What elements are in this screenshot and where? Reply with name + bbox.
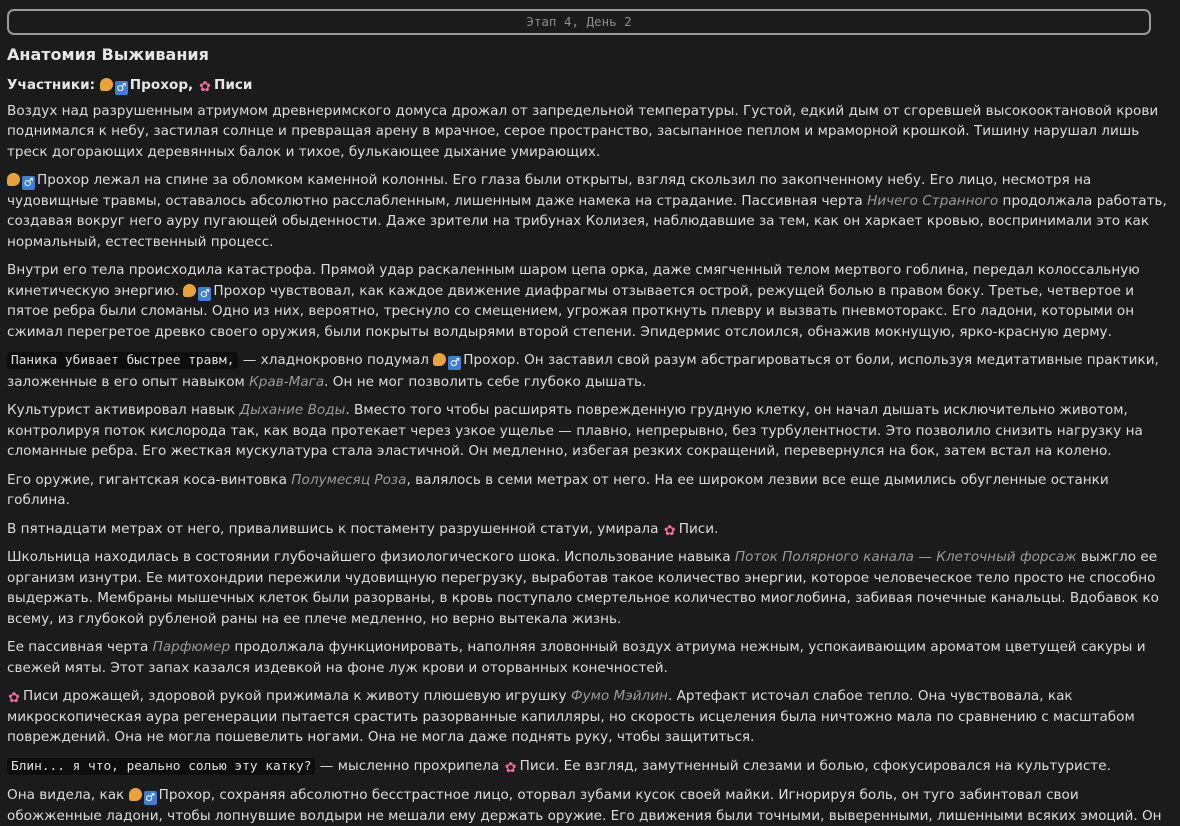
cherry-blossom-icon: ✿	[199, 79, 211, 95]
paragraph-text: Писи. Ее взгляд, замутненный слезами и б…	[519, 757, 1111, 774]
participant-prokhor: Прохор,	[129, 77, 194, 93]
paragraph: ✿ Писи дрожащей, здоровой рукой прижимала…	[7, 686, 1167, 748]
paragraph: В пятнадцати метрах от него, привалившис…	[7, 519, 1167, 540]
man-symbol-icon: ♂	[198, 286, 212, 301]
paragraph: Ее пассивная черта Парфюмер продолжала ф…	[7, 637, 1167, 678]
man-symbol-icon: ♂	[143, 791, 157, 805]
cherry-blossom-icon: ✿	[504, 759, 517, 776]
paragraph-text: Писи.	[678, 520, 719, 537]
paragraph-text: Школьница находилась в состоянии глубоча…	[7, 549, 735, 565]
flexed-biceps-icon	[183, 283, 197, 297]
inner-thought-code: Паника убивает быстрее травм,	[7, 352, 239, 369]
paragraph: ♂ Прохор лежал на спине за обломком камен…	[7, 170, 1167, 252]
paragraph-text: Ее пассивная черта	[7, 639, 153, 655]
paragraph-text: В пятнадцати метрах от него, привалившис…	[7, 520, 663, 537]
man-symbol-icon: ♂	[22, 176, 35, 190]
paragraph-text: Культурист активировал навык	[7, 402, 240, 418]
paragraph: Культурист активировал навык Дыхание Вод…	[7, 400, 1167, 462]
participants-label: Участники:	[7, 77, 96, 93]
weapon-name: Полумесяц Роза	[291, 471, 407, 488]
participants-line: Участники: ♂ Прохор, ✿ Писи	[7, 75, 1167, 96]
trait-name: Ничего Странного	[867, 192, 999, 209]
paragraph-text: Писи дрожащей, здоровой рукой прижимала …	[23, 688, 571, 704]
paragraph: Она видела, как ♂ Прохор, сохраняя абсолю…	[7, 785, 1167, 826]
paragraph-text: — хладнокровно подумал	[238, 352, 434, 368]
stage-day-label: Этап 4, День 2	[526, 14, 632, 29]
paragraph-text: Прохор, сохраняя абсолютно бесстрастное …	[7, 787, 1162, 824]
flexed-biceps-icon	[7, 173, 20, 186]
paragraph: Внутри его тела происходила катастрофа. …	[7, 260, 1167, 342]
man-symbol-icon: ♂	[448, 356, 462, 370]
artifact-name: Фумо Мэйлин	[570, 688, 668, 704]
cherry-blossom-icon: ✿	[663, 522, 676, 539]
flexed-biceps-icon	[128, 788, 142, 801]
flexed-biceps-icon	[99, 78, 113, 91]
paragraph: Блин... я что, реально солью эту катку? …	[7, 756, 1167, 778]
chapter-title: Анатомия Выживания	[7, 45, 209, 64]
inner-thought-code: Блин... я что, реально солью эту катку?	[7, 757, 316, 775]
participant-pisi: Писи	[213, 77, 253, 93]
paragraph-text: . Он не мог позволить себе глубоко дышат…	[324, 373, 647, 390]
flexed-biceps-icon	[433, 353, 447, 366]
man-symbol-icon: ♂	[114, 81, 128, 95]
story-content: Анатомия Выживания Участники: ♂ Прохор, ✿…	[7, 44, 1167, 826]
cherry-blossom-icon: ✿	[8, 690, 20, 706]
paragraph-text: Она видела, как	[7, 787, 129, 803]
stage-day-bar: Этап 4, День 2	[7, 9, 1151, 35]
paragraph: Паника убивает быстрее травм, — хладнокр…	[7, 350, 1167, 392]
trait-name: Парфюмер	[152, 639, 231, 655]
skill-name: Поток Полярного канала — Клеточный форса…	[734, 549, 1077, 565]
skill-name: Крав-Мага	[249, 373, 325, 390]
paragraph-text: — мысленно прохрипела	[315, 757, 504, 774]
skill-name: Дыхание Воды	[239, 402, 346, 418]
paragraph-text: Его оружие, гигантская коса-винтовка	[7, 471, 292, 488]
paragraph-text: Воздух над разрушенным атриумом древнери…	[7, 102, 1159, 160]
paragraph: Воздух над разрушенным атриумом древнери…	[7, 101, 1167, 163]
paragraph: Его оружие, гигантская коса-винтовка Пол…	[7, 470, 1167, 511]
paragraph: Школьница находилась в состоянии глубоча…	[7, 547, 1167, 629]
